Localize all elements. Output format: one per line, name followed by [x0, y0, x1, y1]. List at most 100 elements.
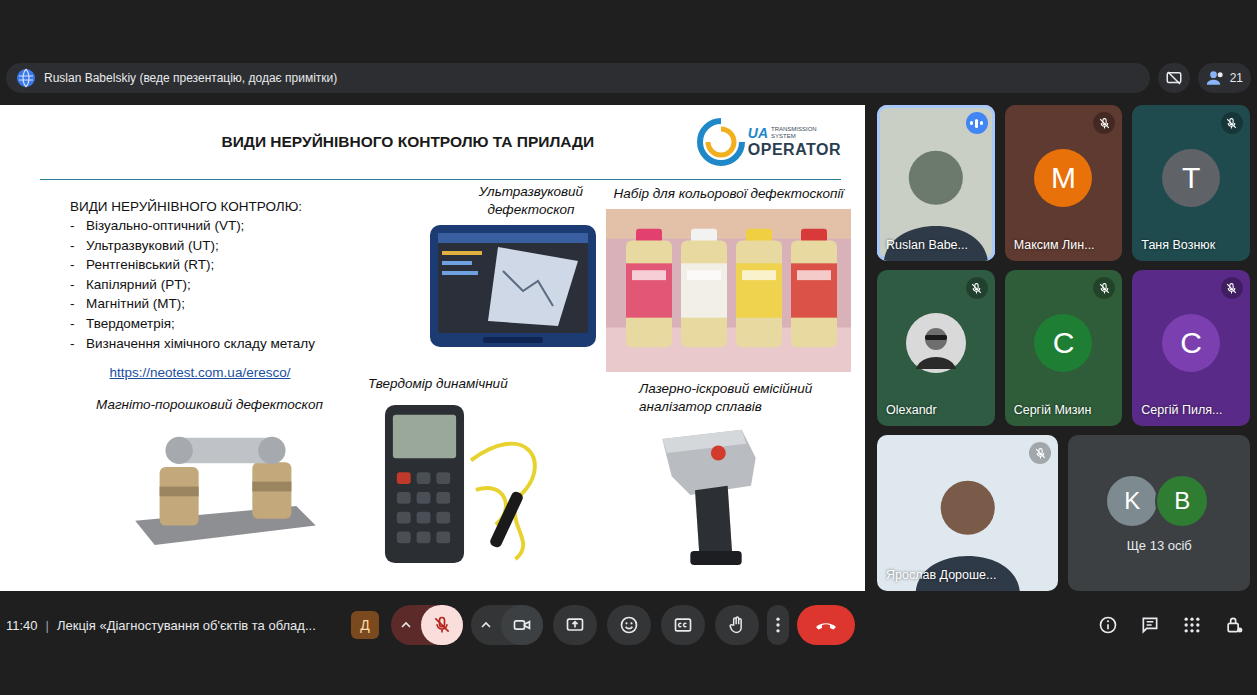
- mic-group: [391, 605, 463, 645]
- participant-avatar: C: [1162, 314, 1220, 372]
- hand-icon: [727, 615, 747, 635]
- present-button[interactable]: [553, 605, 597, 645]
- chevron-up-icon: [478, 617, 494, 633]
- list-title: ВИДИ НЕРУЙНІВНОГО КОНТРОЛЮ:: [70, 197, 360, 216]
- camera-group: [471, 605, 543, 645]
- device-caption: Лазерно-іскровий емісійний аналізатор сп…: [604, 380, 844, 416]
- side-controls: [1093, 607, 1249, 643]
- presenter-avatar-icon: [16, 68, 36, 88]
- control-bar: 11:40 | Лекція «Діагностування об'єктів …: [0, 597, 1257, 653]
- video-options-button[interactable]: [471, 605, 501, 645]
- participant-tile[interactable]: C Сергій Мизин: [1005, 270, 1123, 426]
- device-caption: Ультразвуковий дефектоскоп: [466, 183, 596, 219]
- slide-middle-column: Ультразвуковий дефектоскоп Твердомір дин…: [366, 180, 598, 591]
- present-screen-icon: [565, 615, 585, 635]
- participant-name: Максим Лин...: [1014, 238, 1115, 252]
- participant-name: Сергій Мизин: [1014, 403, 1115, 417]
- main-stage: ВИДИ НЕРУЙНІВНОГО КОНТРОЛЮ ТА ПРИЛАДИ UA…: [0, 105, 1257, 591]
- participant-tile[interactable]: T Таня Вознюк: [1132, 105, 1250, 261]
- participant-avatar: C: [1034, 314, 1092, 372]
- ndt-list-item: -Твердометрія;: [70, 314, 360, 334]
- reactions-button[interactable]: [607, 605, 651, 645]
- hide-presentation-button[interactable]: [1158, 63, 1190, 93]
- supplier-link[interactable]: https://neotest.com.ua/eresco/: [70, 365, 360, 380]
- separator: |: [46, 618, 49, 633]
- meeting-title: Лекція «Діагностування об'єктів та облад…: [57, 618, 316, 633]
- slide-header: ВИДИ НЕРУЙНІВНОГО КОНТРОЛЮ ТА ПРИЛАДИ UA…: [0, 105, 865, 171]
- spark-analyzer-image: [653, 420, 765, 570]
- participants-button[interactable]: 21: [1198, 63, 1251, 93]
- company-logo: UA TRANSMISSIONSYSTEM OPERATOR: [696, 117, 841, 167]
- slide-left-column: ВИДИ НЕРУЙНІВНОГО КОНТРОЛЮ: -Візуально-о…: [70, 180, 360, 591]
- participant-avatar: B: [1155, 474, 1209, 528]
- device-caption: Набір для кольорової дефектоскопії: [604, 185, 853, 203]
- meeting-details-button[interactable]: [1093, 607, 1123, 643]
- participant-tile[interactable]: Ярослав Дороше...: [877, 435, 1058, 591]
- microphone-button[interactable]: [421, 605, 463, 645]
- more-vertical-icon: [768, 615, 788, 635]
- device-caption: Твердомір динамічний: [366, 375, 598, 393]
- audio-options-button[interactable]: [391, 605, 421, 645]
- camera-button[interactable]: [501, 605, 543, 645]
- presenter-text: Ruslan Babelskiy (веде презентацію, дода…: [44, 71, 337, 85]
- ndt-list-item: -Рентгенівський (RT);: [70, 255, 360, 275]
- mic-off-icon: [1098, 117, 1111, 130]
- participant-tile[interactable]: C Сергій Пиля...: [1132, 270, 1250, 426]
- more-options-button[interactable]: [767, 605, 789, 645]
- emoji-icon: [619, 615, 639, 635]
- captions-button[interactable]: [661, 605, 705, 645]
- activities-button[interactable]: [1177, 607, 1207, 643]
- host-controls-button[interactable]: [1219, 607, 1249, 643]
- participant-name: Ruslan Babe...: [886, 238, 987, 252]
- people-icon: [1206, 68, 1226, 88]
- presenter-row: Ruslan Babelskiy (веде презентацію, дода…: [0, 63, 1257, 93]
- muted-badge: [1093, 277, 1115, 299]
- meet-window: Ruslan Babelskiy (веде презентацію, дода…: [0, 0, 1257, 695]
- participant-name: Таня Вознюк: [1141, 238, 1242, 252]
- presenter-bar: Ruslan Babelskiy (веде презентацію, дода…: [6, 63, 1150, 93]
- ultrasonic-flaw-detector-image: [428, 221, 598, 351]
- mic-off-icon: [1098, 282, 1111, 295]
- participant-tile[interactable]: Ruslan Babe...: [877, 105, 995, 261]
- participant-avatar: K: [1105, 474, 1159, 528]
- mic-off-icon: [432, 615, 452, 635]
- participant-tile[interactable]: M Максим Лин...: [1005, 105, 1123, 261]
- presentation-off-icon: [1165, 69, 1183, 87]
- slide-title: ВИДИ НЕРУЙНІВНОГО КОНТРОЛЮ ТА ПРИЛАДИ: [120, 133, 696, 151]
- muted-badge: [966, 277, 988, 299]
- device-caption: Магніто-порошковий дефектоскоп: [70, 396, 360, 414]
- slide-body: ВИДИ НЕРУЙНІВНОГО КОНТРОЛЮ: -Візуально-о…: [0, 180, 865, 591]
- ndt-list-item: -Візуально-оптичний (VT);: [70, 216, 360, 236]
- ndt-list-item: -Визначення хімічного складу металу: [70, 334, 360, 354]
- clock: 11:40: [6, 618, 38, 633]
- logo-subtitle: TRANSMISSIONSYSTEM: [771, 126, 817, 139]
- speaking-indicator-icon: [966, 112, 988, 134]
- lock-person-icon: [1224, 615, 1244, 635]
- ndt-list-item: -Капілярний (PT);: [70, 275, 360, 295]
- chat-icon: [1140, 615, 1160, 635]
- raise-hand-button[interactable]: [715, 605, 759, 645]
- ndt-list: -Візуально-оптичний (VT);-Ультразвуковий…: [70, 216, 360, 353]
- muted-badge: [1029, 442, 1051, 464]
- leave-call-button[interactable]: [797, 605, 855, 645]
- slide-right-column: Набір для кольорової дефектоскопії Лазер…: [604, 180, 853, 591]
- logo-main: OPERATOR: [748, 141, 841, 159]
- meeting-info: 11:40 | Лекція «Діагностування об'єктів …: [6, 618, 351, 633]
- muted-badge: [1093, 112, 1115, 134]
- app-badge-button[interactable]: Д: [351, 611, 379, 639]
- chat-button[interactable]: [1135, 607, 1165, 643]
- participant-name: Сергій Пиля...: [1141, 403, 1242, 417]
- participant-count: 21: [1230, 71, 1243, 85]
- ndt-list-item: -Магнітний (MT);: [70, 294, 360, 314]
- participant-tile[interactable]: Olexandr: [877, 270, 995, 426]
- mic-off-icon: [1034, 447, 1047, 460]
- ndt-list-item: -Ультразвуковий (UT);: [70, 236, 360, 256]
- logo-swirl-icon: [696, 117, 746, 167]
- presentation-slide: ВИДИ НЕРУЙНІВНОГО КОНТРОЛЮ ТА ПРИЛАДИ UA…: [0, 105, 865, 591]
- participant-grid: Ruslan Babe...M Максим Лин...T Таня Возн…: [877, 105, 1250, 591]
- more-participants-tile[interactable]: KB Ще 13 осіб: [1068, 435, 1250, 591]
- muted-badge: [1221, 277, 1243, 299]
- more-participants-label: Ще 13 осіб: [1127, 538, 1192, 553]
- participant-avatar: M: [1034, 149, 1092, 207]
- logo-text: UA TRANSMISSIONSYSTEM OPERATOR: [748, 125, 841, 159]
